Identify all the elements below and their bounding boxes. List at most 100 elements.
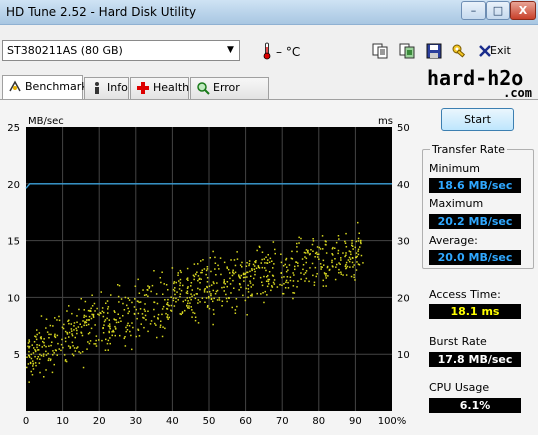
copy-screenshot-icon[interactable]	[398, 42, 416, 60]
access-time-point	[100, 291, 102, 293]
access-time-point	[272, 267, 274, 269]
access-time-point	[242, 276, 245, 279]
access-time-point	[284, 287, 287, 289]
access-time-point	[194, 273, 197, 275]
access-time-point	[94, 310, 96, 312]
access-time-point	[85, 315, 87, 318]
start-button[interactable]: Start	[441, 108, 514, 131]
access-time-point	[141, 313, 144, 315]
access-time-point	[212, 323, 214, 326]
access-time-point	[186, 277, 189, 279]
access-time-point	[296, 246, 298, 248]
access-time-point	[171, 267, 174, 269]
access-time-point	[323, 264, 325, 266]
access-time-point	[294, 268, 296, 271]
access-time-point	[93, 343, 95, 345]
access-time-point	[357, 237, 360, 240]
access-time-point	[212, 281, 215, 283]
access-time-point	[45, 354, 48, 356]
access-time-point	[262, 292, 264, 294]
access-time-point	[280, 253, 282, 255]
access-time-point	[32, 352, 35, 354]
access-time-point	[134, 298, 136, 300]
access-time-point	[150, 290, 152, 293]
options-icon[interactable]	[451, 42, 469, 60]
minimize-button[interactable]: –	[461, 1, 486, 20]
x-axis-tick-label: 50	[203, 416, 216, 427]
access-time-point	[287, 269, 289, 271]
access-time-point	[215, 290, 218, 293]
access-time-point	[37, 356, 39, 358]
access-time-point	[234, 309, 237, 311]
access-time-point	[197, 275, 200, 277]
access-time-point	[187, 279, 189, 281]
access-time-point	[214, 293, 217, 295]
access-time-point	[38, 362, 41, 364]
access-time-point	[73, 329, 75, 331]
access-time-point	[80, 298, 82, 300]
maximize-button[interactable]: □	[486, 1, 510, 20]
access-time-point	[36, 333, 38, 336]
tab-benchmark[interactable]: Benchmark	[2, 75, 88, 99]
access-time-point	[108, 319, 110, 321]
access-time-point	[296, 286, 298, 288]
access-time-point	[145, 319, 147, 321]
access-time-point	[159, 324, 162, 326]
access-time-point	[36, 344, 38, 346]
access-time-point	[271, 260, 273, 262]
access-time-point	[126, 324, 129, 327]
tab-health[interactable]: Health	[130, 77, 189, 99]
access-time-point	[269, 257, 272, 260]
access-time-point	[332, 254, 334, 256]
access-time-point	[268, 261, 271, 263]
tab-info[interactable]: Info	[84, 77, 129, 99]
access-time-point	[156, 336, 158, 339]
drive-select[interactable]: ST380211AS (80 GB) ▼	[2, 40, 240, 61]
access-time-point	[66, 333, 69, 335]
access-time-point	[39, 337, 42, 339]
access-time-point	[263, 301, 265, 304]
access-time-point	[134, 285, 137, 287]
access-time-point	[221, 300, 224, 302]
access-time-point	[210, 284, 213, 286]
copy-icon[interactable]	[371, 42, 389, 60]
access-time-point	[160, 281, 162, 284]
save-icon[interactable]	[425, 42, 443, 60]
access-time-point	[253, 268, 256, 270]
access-time-point	[340, 271, 342, 273]
access-time-point	[139, 308, 142, 310]
access-time-point	[249, 280, 251, 282]
access-time-point	[173, 281, 176, 283]
close-button[interactable]: X	[510, 1, 536, 20]
access-time-point	[107, 349, 109, 351]
access-time-point	[221, 286, 223, 289]
left-axis-unit-label: MB/sec	[28, 116, 64, 127]
access-time-point	[172, 288, 175, 291]
access-time-point	[267, 280, 270, 283]
access-time-point	[27, 342, 30, 344]
access-time-point	[314, 266, 317, 269]
tab-error-scan[interactable]: Error Scan	[190, 77, 269, 114]
access-time-point	[186, 287, 189, 289]
access-time-point	[353, 264, 355, 266]
access-time-point	[142, 289, 144, 291]
access-time-point	[177, 272, 179, 274]
info-icon	[90, 81, 104, 95]
access-time-point	[43, 338, 45, 340]
access-time-point	[231, 306, 233, 309]
access-time-point	[34, 350, 37, 353]
access-time-point	[170, 309, 172, 312]
access-time-point	[334, 247, 336, 249]
access-time-point	[346, 265, 349, 268]
access-time-point	[247, 288, 250, 290]
chevron-down-icon[interactable]: ▼	[222, 41, 239, 60]
exit-button[interactable]: Exit	[490, 44, 511, 57]
access-time-point	[80, 326, 83, 328]
x-axis-tick-label: 80	[312, 416, 325, 427]
access-time-point	[287, 281, 289, 284]
access-time-point	[309, 267, 311, 269]
access-time-point	[223, 290, 225, 292]
access-time-point	[266, 285, 269, 288]
access-time-point	[50, 333, 52, 336]
access-time-point	[250, 275, 252, 277]
